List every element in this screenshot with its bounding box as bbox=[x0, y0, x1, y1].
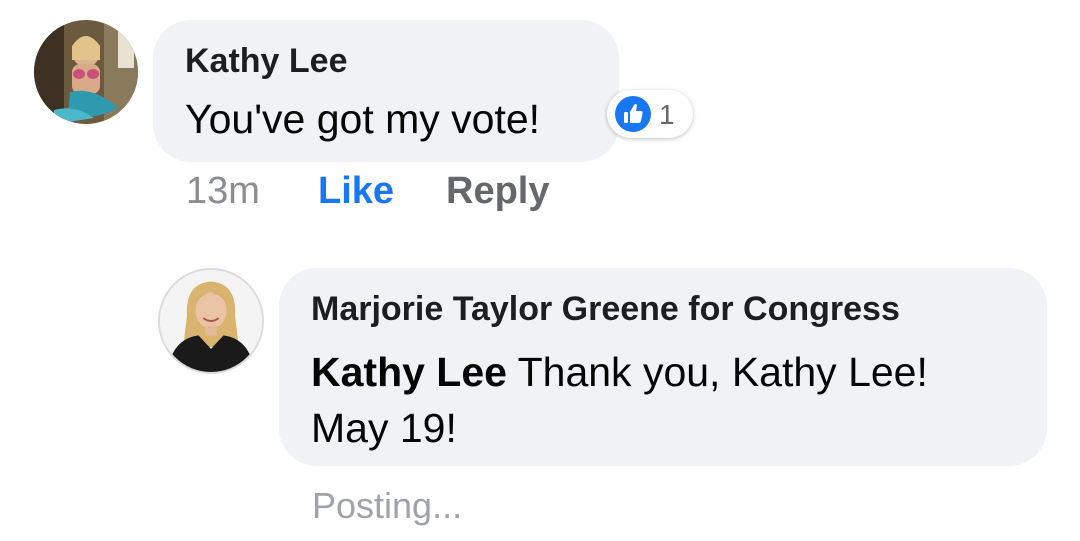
comment-bubble: Kathy Lee You've got my vote! bbox=[153, 20, 619, 162]
reply-text-content: Thank you, Kathy Lee! bbox=[506, 349, 928, 395]
reply-author-name[interactable]: Marjorie Taylor Greene for Congress bbox=[311, 290, 900, 329]
mention-tag[interactable]: Kathy Lee bbox=[311, 349, 507, 395]
reaction-count: 1 bbox=[659, 99, 675, 130]
comment-text: You've got my vote! bbox=[185, 96, 541, 142]
reply-text-line-2: May 19! bbox=[311, 405, 457, 451]
reply-text: Kathy Lee Thank you, Kathy Lee! May 19! bbox=[311, 344, 928, 456]
reply-bubble: Marjorie Taylor Greene for Congress Kath… bbox=[279, 268, 1047, 466]
reply-author-avatar[interactable] bbox=[158, 268, 264, 374]
avatar-photo bbox=[34, 20, 138, 124]
posting-status: Posting... bbox=[312, 485, 463, 526]
commenter-avatar[interactable] bbox=[34, 20, 138, 124]
reaction-badge[interactable]: 1 bbox=[607, 90, 693, 138]
reply-text-line-1: Kathy Lee Thank you, Kathy Lee! bbox=[311, 344, 928, 400]
thumbs-up-icon bbox=[615, 96, 651, 132]
comment-timestamp[interactable]: 13m bbox=[186, 170, 260, 213]
avatar-photo bbox=[160, 270, 262, 372]
like-button[interactable]: Like bbox=[318, 170, 394, 213]
reply-button[interactable]: Reply bbox=[446, 170, 549, 213]
comment-author-name[interactable]: Kathy Lee bbox=[185, 42, 348, 81]
